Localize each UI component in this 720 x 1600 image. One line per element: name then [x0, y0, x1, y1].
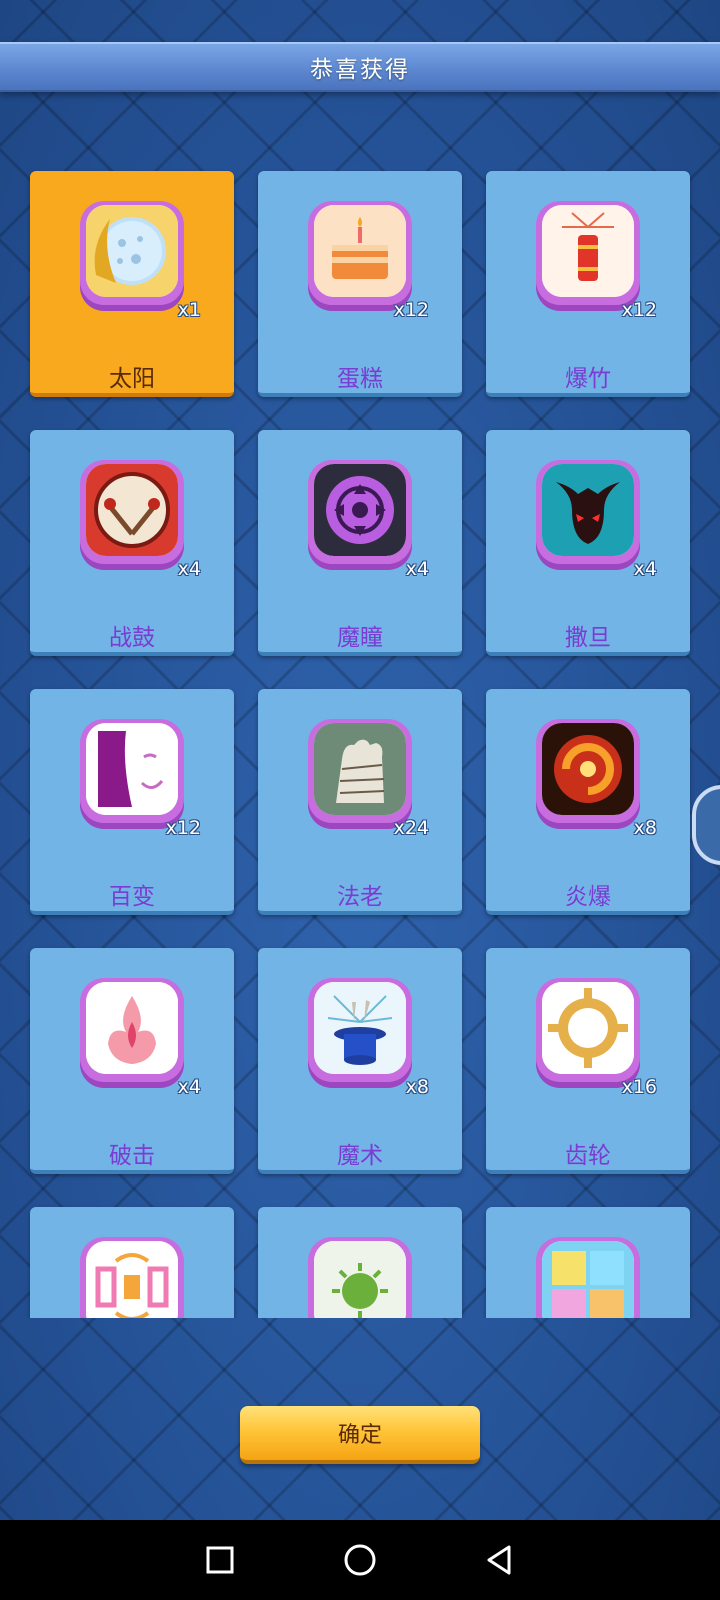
reward-card-13[interactable] [258, 1207, 462, 1318]
system-navigation-bar [0, 1520, 720, 1600]
reward-icon-frame [80, 460, 184, 564]
reward-count: x4 [177, 1076, 201, 1098]
swap-arrows-icon [86, 1241, 178, 1318]
reward-name: 百变 [109, 884, 155, 910]
reward-card-14[interactable] [486, 1207, 690, 1318]
flame-icon [86, 982, 178, 1074]
reward-name: 战鼓 [109, 625, 155, 651]
fire-vortex-icon [542, 723, 634, 815]
firecracker-icon [542, 205, 634, 297]
reward-card-10[interactable]: x8 魔术 [258, 948, 462, 1174]
reward-icon-frame [536, 719, 640, 823]
reward-count: x12 [165, 817, 201, 839]
reward-count: x1 [177, 299, 201, 321]
back-icon[interactable] [480, 1540, 520, 1580]
reward-count: x16 [621, 1076, 657, 1098]
reward-card-0[interactable]: x1 太阳 [30, 171, 234, 397]
reward-icon-frame [308, 201, 412, 305]
reward-icon-frame [536, 201, 640, 305]
reward-count: x4 [633, 558, 657, 580]
dialog-header: 恭喜获得 [0, 42, 720, 92]
mummy-hand-icon [314, 723, 406, 815]
reward-count: x24 [393, 817, 429, 839]
gear-icon [542, 982, 634, 1074]
reward-count: x12 [621, 299, 657, 321]
reward-name: 齿轮 [565, 1143, 611, 1169]
reward-count: x4 [405, 558, 429, 580]
reward-card-3[interactable]: x4 战鼓 [30, 430, 234, 656]
virus-icon [314, 1241, 406, 1318]
reward-count: x4 [177, 558, 201, 580]
reward-icon-frame [80, 719, 184, 823]
reward-count: x12 [393, 299, 429, 321]
reward-name: 太阳 [109, 366, 155, 392]
reward-grid[interactable]: x1 太阳 x12 蛋糕 x12 爆竹 x4 战鼓 x4 魔瞳 x4 撒旦 x12 百变 x24 法老 x8 炎爆… [0, 165, 720, 1318]
reward-card-12[interactable] [30, 1207, 234, 1318]
reward-card-9[interactable]: x4 破击 [30, 948, 234, 1174]
reward-icon-frame [308, 460, 412, 564]
recent-apps-icon[interactable] [200, 1540, 240, 1580]
reward-card-2[interactable]: x12 爆竹 [486, 171, 690, 397]
cake-icon [314, 205, 406, 297]
reward-card-5[interactable]: x4 撒旦 [486, 430, 690, 656]
war-drum-icon [86, 464, 178, 556]
reward-count: x8 [405, 1076, 429, 1098]
reward-icon-frame [80, 1237, 184, 1318]
reward-icon-frame [536, 460, 640, 564]
confirm-button[interactable]: 确定 [240, 1406, 480, 1464]
reward-card-8[interactable]: x8 炎爆 [486, 689, 690, 915]
reward-card-1[interactable]: x12 蛋糕 [258, 171, 462, 397]
reward-card-4[interactable]: x4 魔瞳 [258, 430, 462, 656]
reward-name: 破击 [109, 1143, 155, 1169]
reward-card-7[interactable]: x24 法老 [258, 689, 462, 915]
theater-mask-icon [86, 723, 178, 815]
reward-icon-frame [80, 978, 184, 1082]
reward-card-11[interactable]: x16 齿轮 [486, 948, 690, 1174]
reward-count: x8 [633, 817, 657, 839]
reward-card-6[interactable]: x12 百变 [30, 689, 234, 915]
reward-name: 魔术 [337, 1143, 383, 1169]
reward-icon-frame [308, 719, 412, 823]
dialog-title: 恭喜获得 [310, 57, 410, 83]
reward-icon-frame [308, 978, 412, 1082]
magic-eye-icon [314, 464, 406, 556]
reward-name: 魔瞳 [337, 625, 383, 651]
puzzle-icon [542, 1241, 634, 1318]
reward-name: 法老 [337, 884, 383, 910]
reward-icon-frame [536, 1237, 640, 1318]
reward-name: 蛋糕 [337, 366, 383, 392]
reward-icon-frame [308, 1237, 412, 1318]
reward-name: 撒旦 [565, 625, 611, 651]
reward-name: 炎爆 [565, 884, 611, 910]
reward-name: 爆竹 [565, 366, 611, 392]
reward-icon-frame [80, 201, 184, 305]
reward-icon-frame [536, 978, 640, 1082]
moon-icon [86, 205, 178, 297]
home-icon[interactable] [340, 1540, 380, 1580]
magic-hat-icon [314, 982, 406, 1074]
demon-mask-icon [542, 464, 634, 556]
